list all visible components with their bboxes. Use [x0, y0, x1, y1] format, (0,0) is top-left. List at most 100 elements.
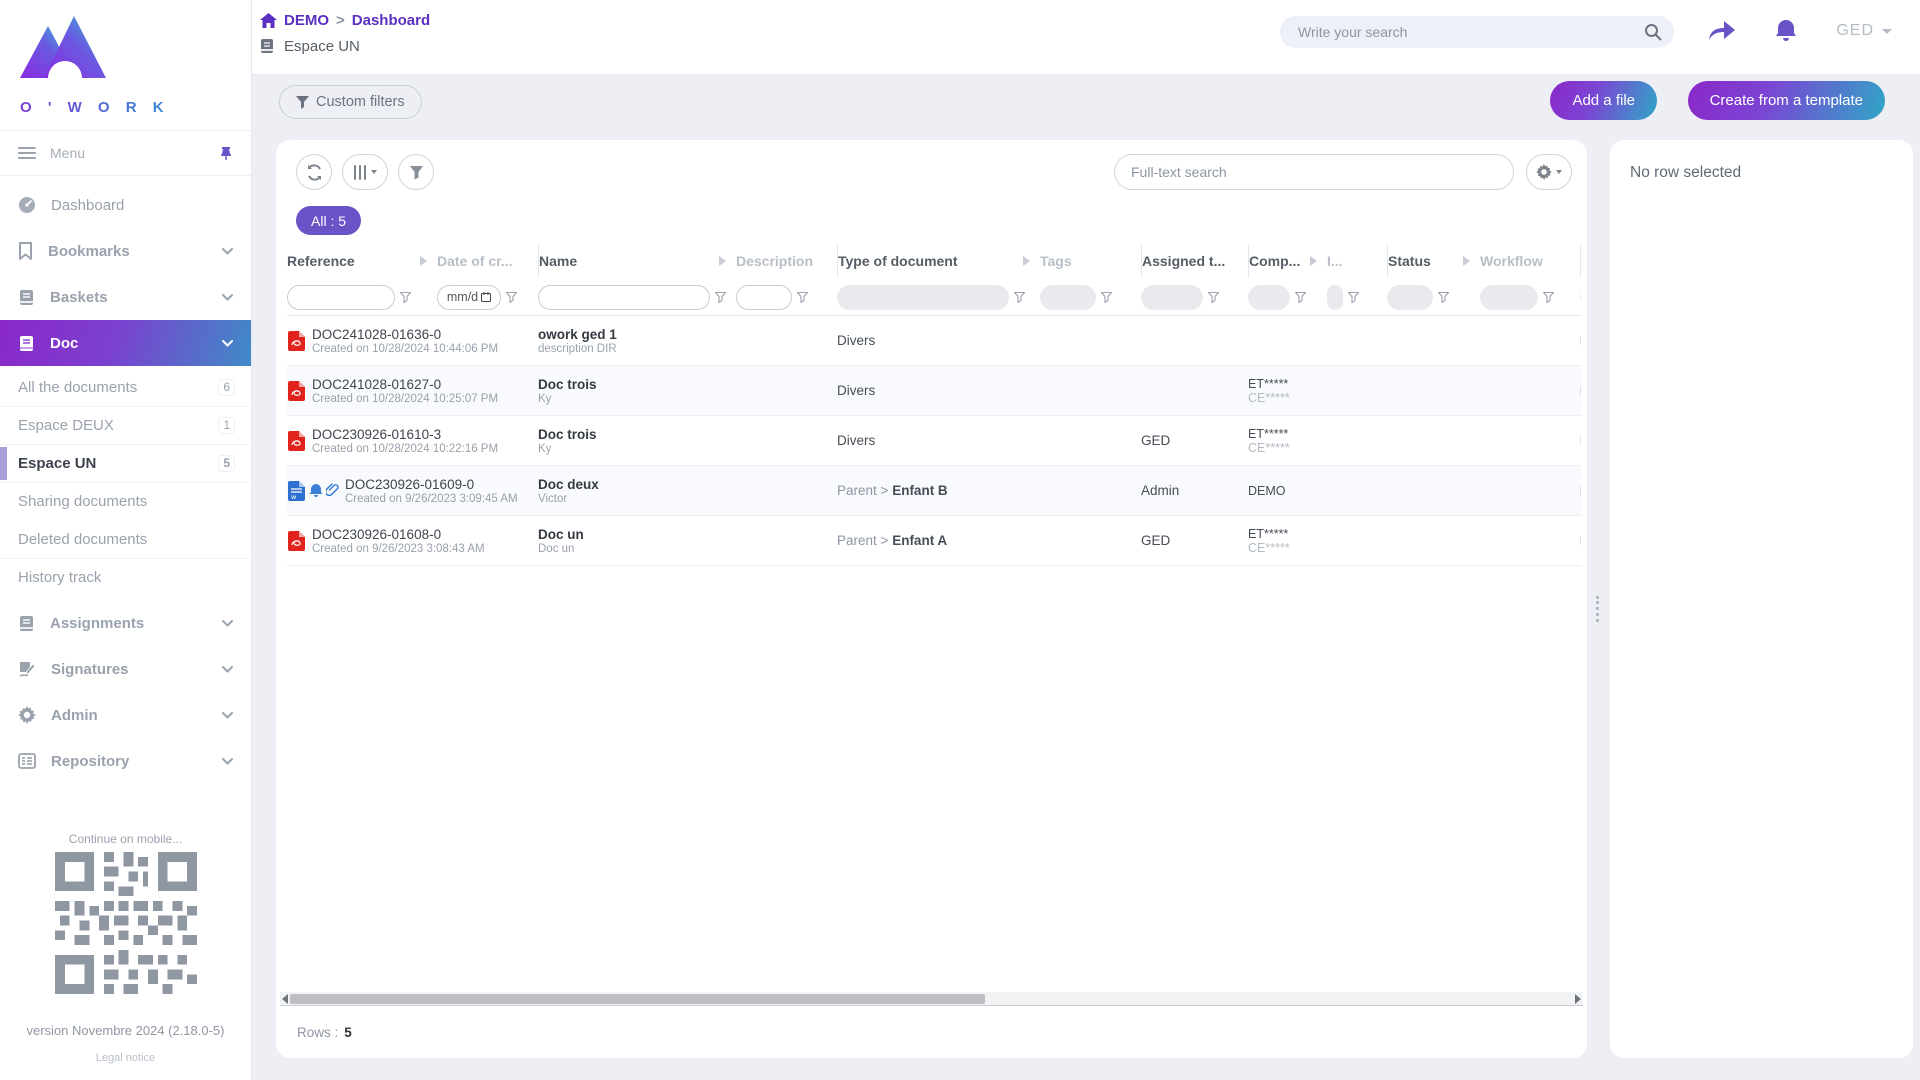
sort-arrow-icon[interactable]: [719, 256, 726, 266]
scroll-left-arrow[interactable]: [282, 994, 288, 1004]
table-row[interactable]: DOC241028-01636-0 Created on 10/28/2024 …: [287, 316, 1581, 366]
doc-subnav: All the documents 6 Espace DEUX 1 Espace…: [0, 366, 251, 600]
home-icon[interactable]: [260, 13, 277, 28]
sidebar-item-signatures[interactable]: Signatures: [0, 646, 251, 692]
share-icon[interactable]: [1708, 19, 1736, 43]
subnav-espace-un[interactable]: Espace UN 5: [0, 444, 251, 482]
no-row-selected-message: No row selected: [1630, 164, 1893, 182]
column-header-reference[interactable]: Reference: [287, 244, 437, 278]
column-header-type[interactable]: Type of document: [837, 244, 1040, 278]
filter-company-input[interactable]: [1248, 285, 1290, 310]
count-badge: 1: [218, 417, 235, 434]
refresh-button[interactable]: [296, 154, 332, 190]
funnel-outline-icon[interactable]: [506, 292, 517, 303]
funnel-outline-icon[interactable]: [400, 292, 411, 303]
funnel-outline-icon[interactable]: [1208, 292, 1219, 303]
column-header-workflow[interactable]: Workflow: [1480, 244, 1580, 278]
chevron-down-icon: [222, 248, 233, 255]
filter-reference-input[interactable]: [287, 285, 395, 310]
add-file-button[interactable]: Add a file: [1550, 81, 1657, 120]
filter-date-input[interactable]: mm/d: [437, 285, 501, 310]
funnel-outline-icon[interactable]: [1543, 292, 1554, 303]
filter-i-input[interactable]: [1327, 285, 1343, 310]
global-search-input[interactable]: [1298, 24, 1644, 40]
name-cell: Doc un Doc un: [538, 527, 736, 555]
table-row[interactable]: DOC241028-01627-0 Created on 10/28/2024 …: [287, 366, 1581, 416]
custom-filters-button[interactable]: Custom filters: [279, 85, 422, 119]
columns-button[interactable]: [342, 154, 388, 190]
funnel-outline-icon[interactable]: [797, 292, 808, 303]
hamburger-icon[interactable]: [18, 146, 36, 160]
column-header-status[interactable]: Status: [1387, 244, 1480, 278]
table-row[interactable]: DOC230926-01610-3 Created on 10/28/2024 …: [287, 416, 1581, 466]
legal-notice-link[interactable]: Legal notice: [0, 1052, 251, 1064]
sort-arrow-icon[interactable]: [1023, 256, 1030, 266]
filter-type-input[interactable]: [837, 285, 1009, 310]
document-reference: DOC230926-01608-0: [312, 527, 485, 542]
sidebar-item-dashboard[interactable]: Dashboard: [0, 182, 251, 228]
column-header-y[interactable]: Y: [1580, 244, 1581, 278]
scrollbar-thumb[interactable]: [290, 994, 985, 1004]
subnav-label: Espace DEUX: [18, 417, 218, 434]
sidebar-item-bookmarks[interactable]: Bookmarks: [0, 228, 251, 274]
horizontal-scrollbar[interactable]: [280, 992, 1583, 1006]
subnav-sharing-documents[interactable]: Sharing documents: [0, 482, 251, 520]
sort-arrow-icon[interactable]: [1463, 256, 1470, 266]
filter-y-input[interactable]: [1580, 285, 1581, 310]
funnel-outline-icon[interactable]: [1348, 292, 1359, 303]
sort-arrow-icon[interactable]: [420, 256, 427, 266]
column-header-tags[interactable]: Tags: [1040, 244, 1141, 278]
table-row[interactable]: w DOC230926-01609-0 Created on 9/26/2023…: [287, 466, 1581, 516]
funnel-outline-icon[interactable]: [1438, 292, 1449, 303]
filter-tags-input[interactable]: [1040, 285, 1096, 310]
pdf-file-icon: [287, 530, 306, 552]
search-icon[interactable]: [1644, 23, 1662, 41]
subnav-history-track[interactable]: History track: [0, 558, 251, 596]
filter-assigned-input[interactable]: [1141, 285, 1203, 310]
filter-description-input[interactable]: [736, 285, 792, 310]
pdf-file-icon: [287, 330, 306, 352]
sidebar-item-doc[interactable]: Doc: [0, 320, 251, 366]
logo[interactable]: O ' W O R K: [0, 0, 251, 122]
scroll-right-arrow[interactable]: [1575, 994, 1581, 1004]
create-from-template-button[interactable]: Create from a template: [1688, 81, 1885, 120]
filter-button[interactable]: [398, 154, 434, 190]
column-header-description[interactable]: Description: [736, 244, 837, 278]
panel-resize-handle[interactable]: [1596, 596, 1599, 622]
document-name: Doc un: [538, 527, 736, 542]
filter-name-input[interactable]: [538, 285, 710, 310]
sidebar-item-assignments[interactable]: Assignments: [0, 600, 251, 646]
sidebar-item-repository[interactable]: Repository: [0, 738, 251, 784]
table-row[interactable]: DOC230926-01608-0 Created on 9/26/2023 3…: [287, 516, 1581, 566]
table-settings-button[interactable]: [1526, 154, 1572, 190]
pin-sidebar-icon[interactable]: [219, 146, 233, 161]
company-line1: ET*****: [1248, 427, 1327, 441]
filter-status-input[interactable]: [1387, 285, 1433, 310]
column-header-name[interactable]: Name: [538, 244, 736, 278]
notifications-bell-icon[interactable]: [1774, 18, 1798, 44]
subnav-all-documents[interactable]: All the documents 6: [0, 368, 251, 406]
all-count-pill[interactable]: All : 5: [296, 206, 361, 235]
document-subtitle: Ky: [538, 393, 736, 405]
breadcrumb-root[interactable]: DEMO: [284, 12, 329, 29]
fulltext-search-input[interactable]: [1131, 164, 1497, 180]
subnav-espace-deux[interactable]: Espace DEUX 1: [0, 406, 251, 444]
sort-arrow-icon[interactable]: [1310, 256, 1317, 266]
user-menu[interactable]: GED: [1836, 22, 1892, 40]
funnel-outline-icon[interactable]: [1295, 292, 1306, 303]
sidebar-item-admin[interactable]: Admin: [0, 692, 251, 738]
funnel-outline-icon[interactable]: [715, 292, 726, 303]
breadcrumb-current[interactable]: Dashboard: [352, 12, 430, 29]
column-header-company[interactable]: Comp...: [1248, 244, 1327, 278]
column-header-assigned[interactable]: Assigned t...: [1141, 244, 1248, 278]
subnav-label: Espace UN: [18, 455, 218, 472]
sidebar-item-baskets[interactable]: Baskets: [0, 274, 251, 320]
funnel-outline-icon[interactable]: [1101, 292, 1112, 303]
column-header-i[interactable]: I...: [1327, 244, 1387, 278]
subnav-deleted-documents[interactable]: Deleted documents: [0, 520, 251, 558]
funnel-outline-icon[interactable]: [1014, 292, 1025, 303]
filter-workflow-input[interactable]: [1480, 285, 1538, 310]
company-line1: ET*****: [1248, 377, 1327, 391]
name-cell: Doc deux Victor: [538, 477, 736, 505]
column-header-date[interactable]: Date of cr...: [437, 244, 538, 278]
